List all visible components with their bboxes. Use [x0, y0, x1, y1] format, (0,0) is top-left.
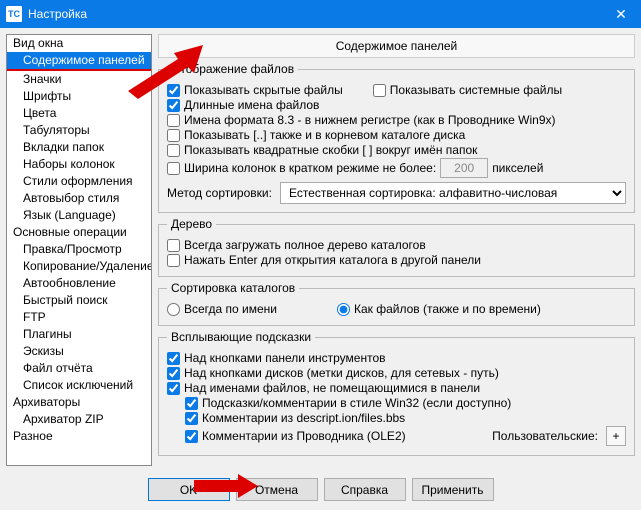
always-load-tree-checkbox[interactable]: Всегда загружать полное дерево каталогов [167, 238, 426, 252]
tree-item[interactable]: Стили оформления [7, 173, 151, 190]
tree-item[interactable]: Автовыбор стиля [7, 190, 151, 207]
group-display: Отображение файлов Показывать скрытые фа… [158, 62, 635, 213]
tooltip-ole2-checkbox[interactable]: Комментарии из Проводника (OLE2) [185, 429, 406, 443]
tree-item[interactable]: Автообновление [7, 275, 151, 292]
category-tree[interactable]: Вид окнаСодержимое панелейЗначкиШрифтыЦв… [6, 34, 152, 466]
col-width-input[interactable] [440, 158, 488, 178]
window-title: Настройка [28, 7, 601, 21]
tree-item[interactable]: Наборы колонок [7, 156, 151, 173]
long-names-checkbox[interactable]: Длинные имена файлов [167, 98, 319, 112]
tree-item[interactable]: Цвета [7, 105, 151, 122]
col-width-suffix: пикселей [492, 161, 543, 175]
tree-item[interactable]: Правка/Просмотр [7, 241, 151, 258]
titlebar: TC Настройка ✕ [0, 0, 641, 28]
tree-item[interactable]: Язык (Language) [7, 207, 151, 224]
custom-tooltips-label: Пользовательские: [492, 429, 598, 443]
tree-item[interactable]: Эскизы [7, 343, 151, 360]
page-title: Содержимое панелей [158, 34, 635, 58]
group-tree-legend: Дерево [167, 217, 216, 231]
group-tooltips-legend: Всплывающие подсказки [167, 330, 315, 344]
app-icon: TC [6, 6, 22, 22]
tree-item[interactable]: Список исключений [7, 377, 151, 394]
tooltip-toolbar-checkbox[interactable]: Над кнопками панели инструментов [167, 351, 386, 365]
show-dotdot-checkbox[interactable]: Показывать [..] также и в корневом катал… [167, 128, 465, 142]
tree-item[interactable]: Плагины [7, 326, 151, 343]
enter-open-checkbox[interactable]: Нажать Enter для открытия каталога в дру… [167, 253, 481, 267]
tree-item[interactable]: Вкладки папок [7, 139, 151, 156]
sort-by-name-radio[interactable]: Всегда по имени [167, 302, 277, 316]
tooltip-win32-checkbox[interactable]: Подсказки/комментарии в стиле Win32 (есл… [185, 396, 511, 410]
sort-method-select[interactable]: Естественная сортировка: алфавитно-число… [280, 182, 626, 204]
tooltip-names-checkbox[interactable]: Над именами файлов, не помещающимися в п… [167, 381, 480, 395]
group-sort: Сортировка каталогов Всегда по имени Как… [158, 281, 635, 326]
tree-item[interactable]: Быстрый поиск [7, 292, 151, 309]
group-sort-legend: Сортировка каталогов [167, 281, 299, 295]
tree-item[interactable]: Файл отчёта [7, 360, 151, 377]
tree-item[interactable]: Архиваторы [7, 394, 151, 411]
col-width-checkbox[interactable]: Ширина колонок в кратком режиме не более… [167, 161, 436, 175]
sort-method-label: Метод сортировки: [167, 186, 272, 200]
names-83-checkbox[interactable]: Имена формата 8.3 - в нижнем регистре (к… [167, 113, 556, 127]
tree-item[interactable]: FTP [7, 309, 151, 326]
tooltip-descript-checkbox[interactable]: Комментарии из descript.ion/files.bbs [185, 411, 405, 425]
help-button[interactable]: Справка [324, 478, 406, 501]
sort-like-files-radio[interactable]: Как файлов (также и по времени) [337, 302, 541, 316]
tree-item[interactable]: Архиватор ZIP [7, 411, 151, 428]
tree-item[interactable]: Табуляторы [7, 122, 151, 139]
close-icon[interactable]: ✕ [601, 0, 641, 28]
apply-button[interactable]: Применить [412, 478, 494, 501]
tree-item[interactable]: Разное [7, 428, 151, 445]
tree-item[interactable]: Копирование/Удаление [7, 258, 151, 275]
tree-item[interactable]: Основные операции [7, 224, 151, 241]
group-tree: Дерево Всегда загружать полное дерево ка… [158, 217, 635, 277]
tooltip-drives-checkbox[interactable]: Над кнопками дисков (метки дисков, для с… [167, 366, 499, 380]
button-bar: OK Отмена Справка Применить [0, 472, 641, 510]
show-brackets-checkbox[interactable]: Показывать квадратные скобки [ ] вокруг … [167, 143, 477, 157]
show-system-checkbox[interactable]: Показывать системные файлы [373, 83, 562, 97]
group-tooltips: Всплывающие подсказки Над кнопками панел… [158, 330, 635, 456]
annotation-arrow-hidden [128, 45, 203, 97]
custom-tooltips-add-button[interactable]: + [606, 426, 626, 446]
